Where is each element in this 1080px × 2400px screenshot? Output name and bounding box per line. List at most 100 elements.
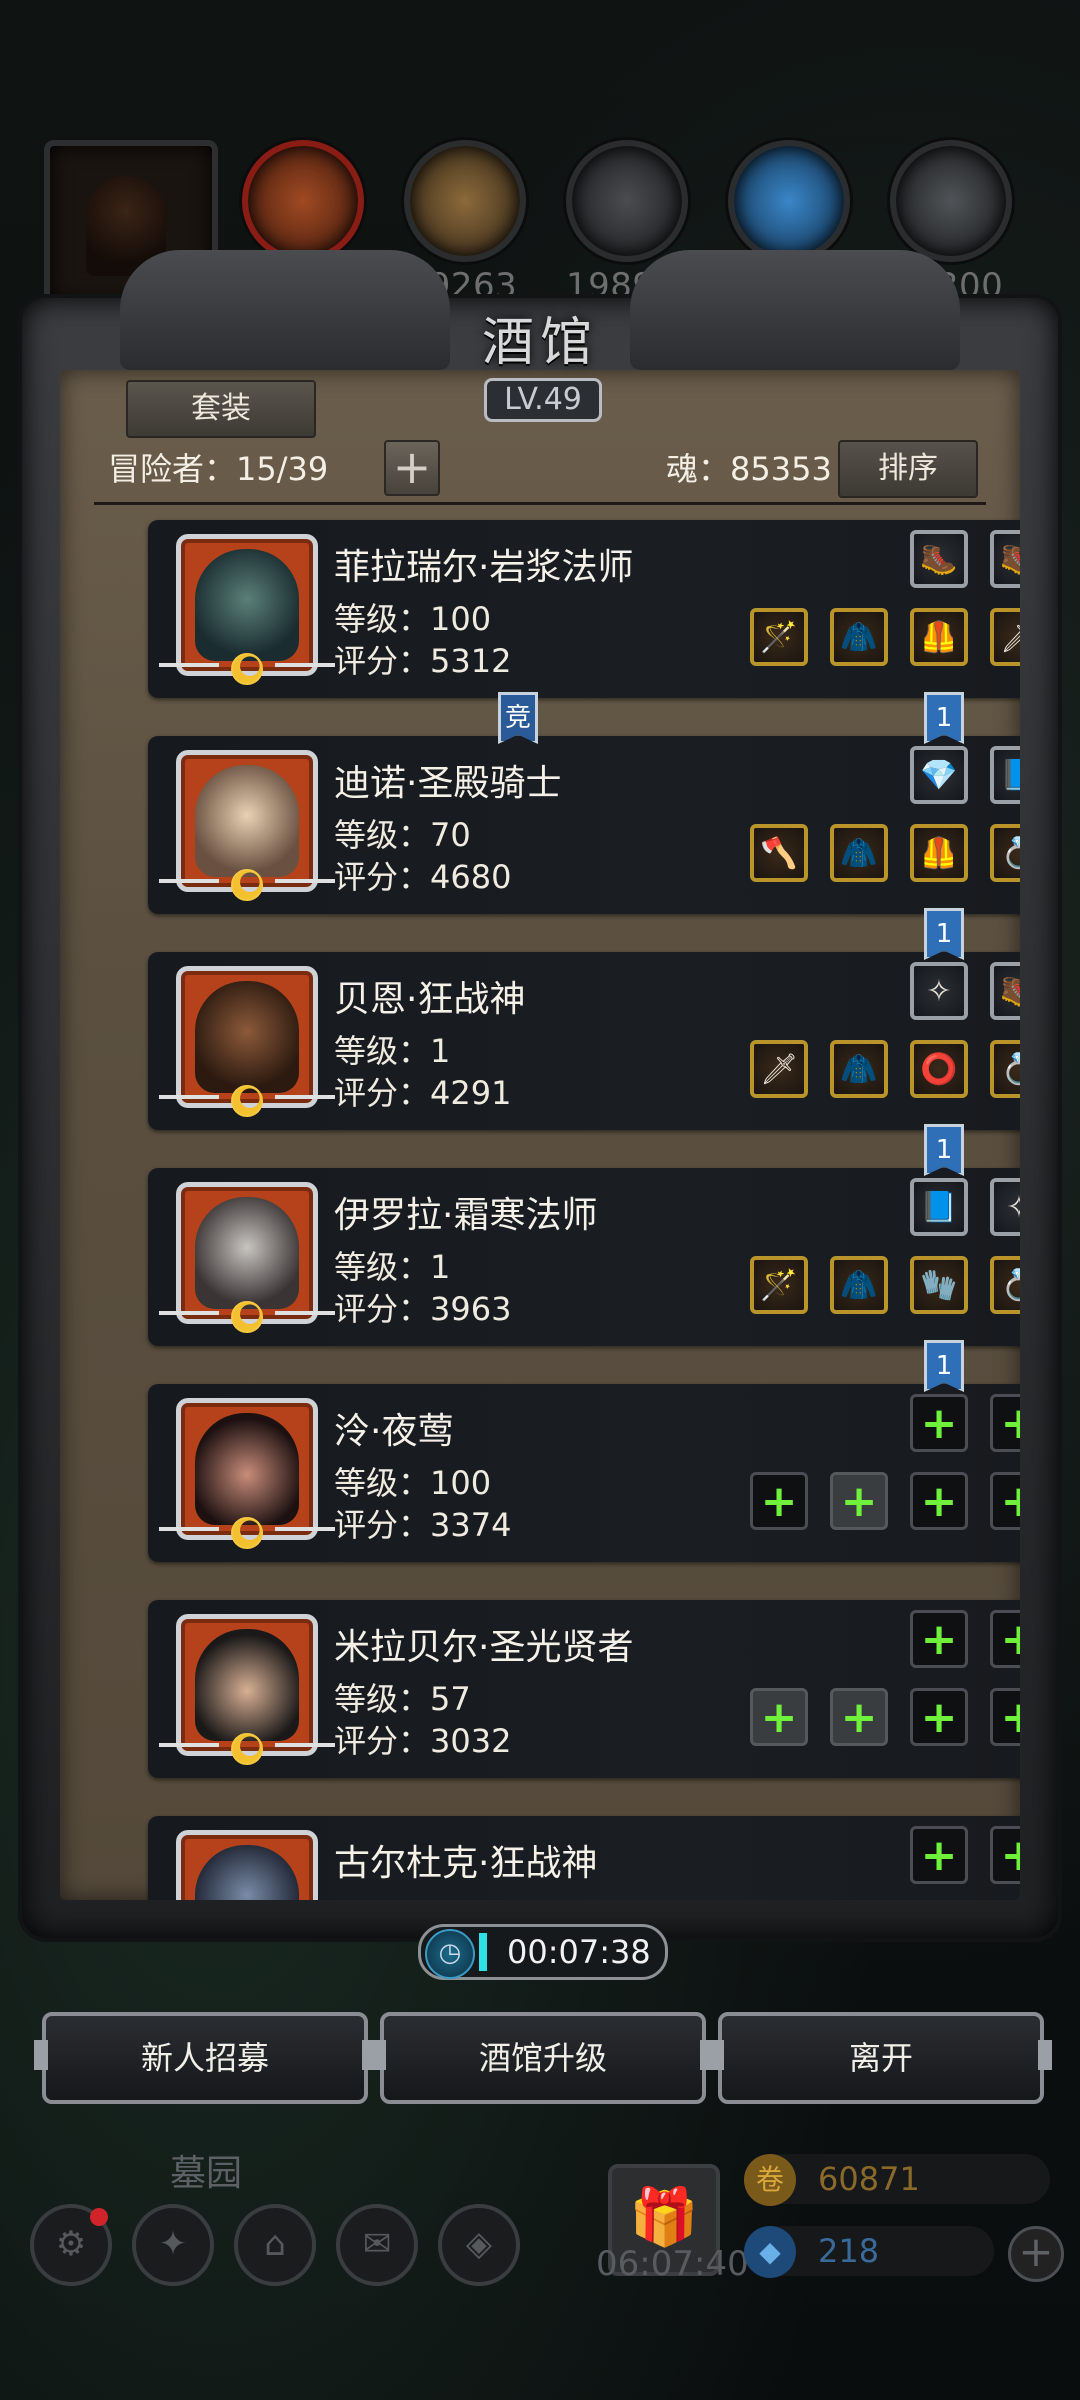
recruit-button[interactable]: 新人招募 xyxy=(34,2012,376,2104)
stone-icon xyxy=(566,140,688,262)
hero-score: 评分：4680 xyxy=(334,858,512,896)
gem-icon: ◆ xyxy=(744,2226,796,2278)
hero-card[interactable]: 伊罗拉·霜寒法师 等级：1 评分：3963 📘 ✧ 🪄 🧥 🧤 💍 xyxy=(148,1168,1020,1346)
hero-face-image xyxy=(195,549,299,661)
amulet-icon[interactable]: ✧ xyxy=(990,1178,1020,1236)
hero-face-image xyxy=(195,1197,299,1309)
add-equipment-icon[interactable]: + xyxy=(990,1394,1020,1452)
hero-name: 米拉贝尔·圣光贤者 xyxy=(334,1627,634,1668)
boots-icon[interactable]: 🥾 xyxy=(990,962,1020,1020)
hero-portrait[interactable] xyxy=(159,750,335,901)
tome-icon[interactable]: 📘 xyxy=(990,746,1020,804)
axe-icon[interactable]: 🪓 xyxy=(750,824,808,882)
add-equipment-icon[interactable]: + xyxy=(910,1826,968,1884)
staff-icon[interactable]: 🪄 xyxy=(750,608,808,666)
add-slot-button[interactable]: + xyxy=(384,440,440,496)
add-equipment-icon[interactable]: + xyxy=(750,1688,808,1746)
shrine-icon[interactable]: ⌂ xyxy=(234,2204,316,2286)
armor-icon[interactable]: 🦺 xyxy=(910,824,968,882)
staff-icon[interactable]: 🪄 xyxy=(750,1256,808,1314)
hero-card[interactable]: 米拉贝尔·圣光贤者 等级：57 评分：3032 + + + + + + xyxy=(148,1600,1020,1778)
hero-name: 贝恩·狂战神 xyxy=(334,979,526,1020)
hero-portrait[interactable] xyxy=(176,1830,318,1900)
gem-currency: ◆ 218 xyxy=(744,2226,994,2278)
add-equipment-icon[interactable]: + xyxy=(910,1688,968,1746)
upgrade-tavern-button[interactable]: 酒馆升级 xyxy=(372,2012,714,2104)
hero-level: 等级：1 xyxy=(334,1248,451,1286)
add-equipment-icon[interactable]: + xyxy=(990,1610,1020,1668)
compass-icon[interactable]: ✦ xyxy=(132,2204,214,2286)
hero-card[interactable]: 贝恩·狂战神 等级：1 评分：4291 ✧ 🥾 🗡 🧥 ⭕ 💍 xyxy=(148,952,1020,1130)
hero-card[interactable]: 古尔杜克·狂战神 + + xyxy=(148,1816,1020,1900)
meat-icon xyxy=(242,140,364,262)
add-equipment-icon[interactable]: + xyxy=(830,1688,888,1746)
moon-badge-icon xyxy=(231,653,263,685)
mail-icon[interactable]: ✉ xyxy=(336,2204,418,2286)
ring-icon[interactable]: 💍 xyxy=(990,1040,1020,1098)
hero-level: 等级：100 xyxy=(334,600,492,638)
hero-card[interactable]: 菲拉瑞尔·岩浆法师 等级：100 评分：5312 🥾 🥾 🪄 🧥 🦺 🗡 xyxy=(148,520,1020,698)
hero-card[interactable]: 泠·夜莺 等级：100 评分：3374 + + + + + + xyxy=(148,1384,1020,1562)
hero-portrait[interactable] xyxy=(159,1614,335,1765)
tome-icon[interactable]: 📘 xyxy=(910,1178,968,1236)
hero-level: 等级：70 xyxy=(334,816,471,854)
suit-button[interactable]: 套装 xyxy=(126,380,316,438)
hero-name: 迪诺·圣殿骑士 xyxy=(334,763,562,804)
amulet-icon[interactable]: ✧ xyxy=(910,962,968,1020)
add-equipment-icon[interactable]: + xyxy=(910,1472,968,1530)
gift-timer: 06:07:40 xyxy=(596,2244,749,2284)
hero-level: 等级：57 xyxy=(334,1680,471,1718)
hero-portrait[interactable] xyxy=(159,534,335,685)
timer-text: 00:07:38 xyxy=(507,1933,651,1971)
add-currency-button[interactable]: + xyxy=(1008,2226,1064,2282)
moon-badge-icon xyxy=(231,1301,263,1333)
spear-icon[interactable]: 🗡 xyxy=(750,1040,808,1098)
leave-button[interactable]: 离开 xyxy=(710,2012,1052,2104)
robe-icon[interactable]: 🧥 xyxy=(830,608,888,666)
crystal-shard-icon[interactable]: 💎 xyxy=(910,746,968,804)
add-equipment-icon[interactable]: + xyxy=(990,1688,1020,1746)
hero-card[interactable]: 迪诺·圣殿骑士 等级：70 评分：4680 💎 📘 🪓 🧥 🦺 💍 xyxy=(148,736,1020,914)
boots-icon[interactable]: 🥾 xyxy=(990,530,1020,588)
hero-score: 评分：3963 xyxy=(334,1290,512,1328)
cloak-icon[interactable]: 🧥 xyxy=(830,1040,888,1098)
gold-currency: 卷 60871 xyxy=(744,2154,1050,2206)
adventurer-count: 冒险者：15/39 xyxy=(108,450,329,488)
hero-portrait[interactable] xyxy=(159,966,335,1117)
hero-name: 古尔杜克·狂战神 xyxy=(334,1843,598,1884)
boots-icon[interactable]: 🥾 xyxy=(910,530,968,588)
bracer-icon[interactable]: 🦺 xyxy=(910,608,968,666)
add-equipment-icon[interactable]: + xyxy=(750,1472,808,1530)
gauntlet-icon[interactable]: 🧤 xyxy=(910,1256,968,1314)
add-equipment-icon[interactable]: + xyxy=(990,1472,1020,1530)
moon-badge-icon xyxy=(231,1733,263,1765)
moon-badge-icon xyxy=(231,1085,263,1117)
ring-icon[interactable]: 💍 xyxy=(990,824,1020,882)
hero-face-image xyxy=(195,1629,299,1741)
belt-icon[interactable]: ⭕ xyxy=(910,1040,968,1098)
add-equipment-icon[interactable]: + xyxy=(830,1472,888,1530)
notification-dot xyxy=(90,2208,108,2226)
dagger-icon[interactable]: 🗡 xyxy=(990,608,1020,666)
cloak-icon[interactable]: 🧥 xyxy=(830,824,888,882)
iron-icon xyxy=(890,140,1012,262)
settings-icon[interactable]: ⚙ xyxy=(30,2204,112,2286)
ring-icon[interactable]: 💍 xyxy=(990,1256,1020,1314)
add-equipment-icon[interactable]: + xyxy=(910,1394,968,1452)
hero-level: 等级：100 xyxy=(334,1464,492,1502)
sort-button[interactable]: 排序 xyxy=(838,440,978,498)
hero-portrait[interactable] xyxy=(159,1182,335,1333)
cube-icon[interactable]: ◈ xyxy=(438,2204,520,2286)
hero-list[interactable]: 菲拉瑞尔·岩浆法师 等级：100 评分：5312 🥾 🥾 🪄 🧥 🦺 🗡 迪诺·… xyxy=(60,370,1020,1900)
graveyard-label[interactable]: 墓园 xyxy=(170,2144,242,2196)
frame-ornament-left xyxy=(120,250,450,370)
frame-ornament-right xyxy=(630,250,960,370)
hero-name: 泠·夜莺 xyxy=(334,1411,454,1452)
cloak-icon[interactable]: 🧥 xyxy=(830,1256,888,1314)
soul-count: 魂：85353 xyxy=(666,450,832,488)
tavern-level-badge: LV.49 xyxy=(484,378,602,422)
add-equipment-icon[interactable]: + xyxy=(910,1610,968,1668)
hero-level: 等级：1 xyxy=(334,1032,451,1070)
add-equipment-icon[interactable]: + xyxy=(990,1826,1020,1884)
hero-portrait[interactable] xyxy=(159,1398,335,1549)
